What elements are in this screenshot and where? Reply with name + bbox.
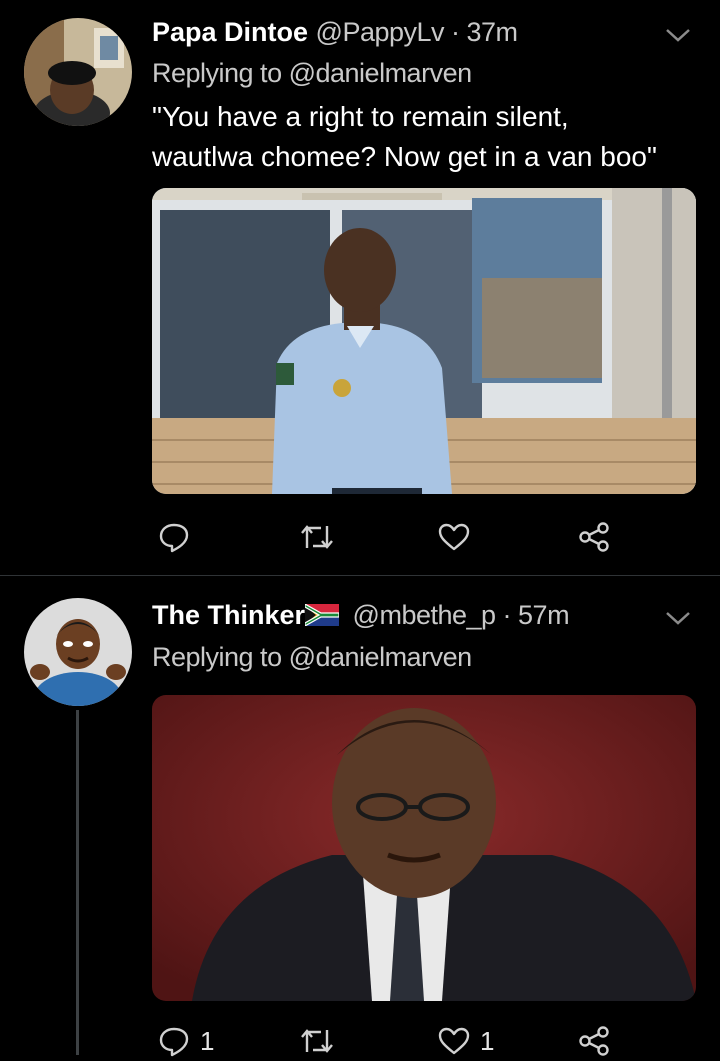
like-button[interactable]: 1 (438, 1021, 494, 1061)
retweet-icon (301, 1029, 333, 1053)
reply-icon (159, 1027, 189, 1057)
retweet-icon (301, 525, 333, 549)
like-count: 1 (480, 1025, 495, 1056)
handle-time: @mbethe_p · 57m (352, 600, 570, 630)
tweet-header: The Thinker @mbethe_p · 57m (152, 599, 570, 631)
retweet-button[interactable] (300, 1021, 344, 1061)
replying-prefix: Replying to (152, 642, 289, 672)
display-name[interactable]: Papa Dintoe (152, 17, 308, 47)
chevron-down-icon[interactable] (664, 26, 692, 44)
tweet-actions: 1 1 (152, 1021, 622, 1061)
retweet-button[interactable] (300, 517, 344, 557)
tweet-1[interactable]: Papa Dintoe @PappyLv · 37m Replying to @… (0, 0, 720, 575)
mention-link[interactable]: @danielmarven (289, 642, 473, 672)
reply-count: 1 (200, 1025, 215, 1056)
mention-link[interactable]: @danielmarven (289, 58, 473, 88)
tweet-actions (152, 517, 622, 557)
like-icon (438, 523, 470, 551)
tweet-text-line: wautlwa chomee? Now get in a van boo" (152, 141, 657, 172)
thread-line (76, 710, 79, 1055)
share-icon (579, 522, 609, 552)
like-button[interactable] (438, 517, 480, 557)
like-icon (438, 1027, 470, 1055)
reply-button[interactable] (158, 517, 200, 557)
reply-icon (159, 523, 189, 553)
avatar[interactable] (24, 598, 132, 706)
chevron-down-icon[interactable] (664, 609, 692, 627)
display-name[interactable]: The Thinker (152, 600, 305, 630)
tweet-text: "You have a right to remain silent, waut… (152, 97, 712, 177)
share-icon (579, 1026, 609, 1056)
tweet-text-line: "You have a right to remain silent, (152, 101, 569, 132)
tweet-photo[interactable] (152, 188, 696, 494)
replying-to: Replying to @danielmarven (152, 58, 472, 89)
share-button[interactable] (578, 517, 610, 557)
replying-prefix: Replying to (152, 58, 289, 88)
replying-to: Replying to @danielmarven (152, 642, 472, 673)
handle-time: @PappyLv · 37m (315, 17, 519, 47)
tweet-header: Papa Dintoe @PappyLv · 37m (152, 16, 518, 48)
avatar[interactable] (24, 18, 132, 126)
reply-button[interactable]: 1 (158, 1021, 214, 1061)
share-button[interactable] (578, 1021, 610, 1061)
flag-emoji (304, 601, 340, 628)
tweet-2[interactable]: The Thinker @mbethe_p · 57m Replying to … (0, 576, 720, 1057)
tweet-video-gif[interactable] (152, 695, 696, 1001)
